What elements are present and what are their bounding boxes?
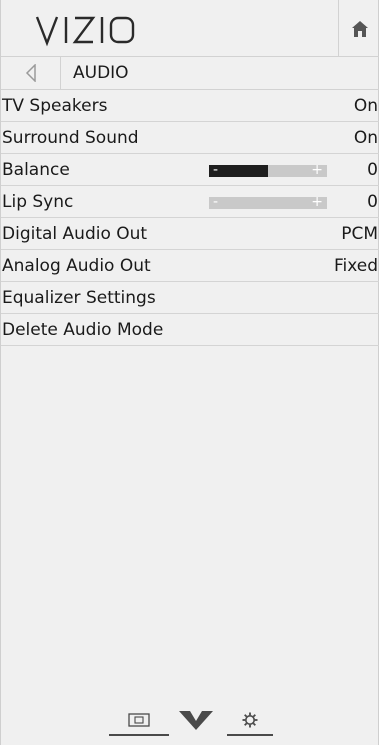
menu-item-balance[interactable]: Balance - + 0 [1, 154, 379, 186]
back-arrow-icon [25, 64, 36, 82]
home-button[interactable] [338, 0, 379, 57]
menu-item-label: Digital Audio Out [2, 224, 148, 244]
settings-button[interactable] [227, 700, 273, 740]
breadcrumb: AUDIO [1, 57, 379, 90]
menu-item-equalizer-settings[interactable]: Equalizer Settings [1, 282, 379, 314]
menu-item-digital-audio-out[interactable]: Digital Audio Out PCM [1, 218, 379, 250]
home-icon [351, 20, 368, 37]
breadcrumb-label: AUDIO [73, 63, 129, 83]
settings-gear-icon [242, 712, 258, 728]
slider-minus-label: - [213, 162, 219, 178]
menu-item-value: On [353, 128, 378, 148]
balance-slider[interactable]: - + [209, 162, 327, 178]
bottom-nav-bar [1, 700, 379, 740]
tab-underline [109, 734, 169, 736]
menu-item-label: Surround Sound [2, 128, 139, 148]
menu-item-tv-speakers[interactable]: TV Speakers On [1, 90, 379, 122]
vizio-v-icon [179, 711, 213, 730]
slider-minus-label: - [213, 194, 219, 210]
menu-item-label: Delete Audio Mode [2, 320, 164, 340]
menu-item-delete-audio-mode[interactable]: Delete Audio Mode [1, 314, 379, 346]
menu-item-lip-sync[interactable]: Lip Sync - + 0 [1, 186, 379, 218]
input-source-icon [128, 713, 150, 727]
menu-item-label: TV Speakers [2, 96, 108, 116]
audio-menu-panel: AUDIO TV Speakers On Surround Sound On B… [0, 0, 379, 745]
tab-underline [227, 734, 273, 736]
audio-settings-list: TV Speakers On Surround Sound On Balance… [1, 90, 379, 346]
menu-item-surround-sound[interactable]: Surround Sound On [1, 122, 379, 154]
menu-item-label: Lip Sync [2, 192, 74, 212]
vizio-v-button[interactable] [173, 700, 219, 740]
vizio-logo [35, 16, 135, 47]
slider-plus-label: + [311, 162, 323, 178]
menu-item-value: Fixed [333, 256, 378, 276]
slider-plus-label: + [311, 194, 323, 210]
menu-item-analog-audio-out[interactable]: Analog Audio Out Fixed [1, 250, 379, 282]
menu-item-value: On [353, 96, 378, 116]
input-source-button[interactable] [109, 700, 169, 740]
menu-item-value: 0 [367, 192, 378, 212]
lip-sync-slider[interactable]: - + [209, 194, 327, 210]
menu-item-value: PCM [341, 224, 378, 244]
menu-item-value: 0 [367, 160, 378, 180]
menu-item-label: Balance [2, 160, 70, 180]
back-button[interactable] [1, 57, 61, 89]
menu-item-label: Equalizer Settings [2, 288, 156, 308]
header [1, 0, 379, 57]
menu-item-label: Analog Audio Out [2, 256, 151, 276]
